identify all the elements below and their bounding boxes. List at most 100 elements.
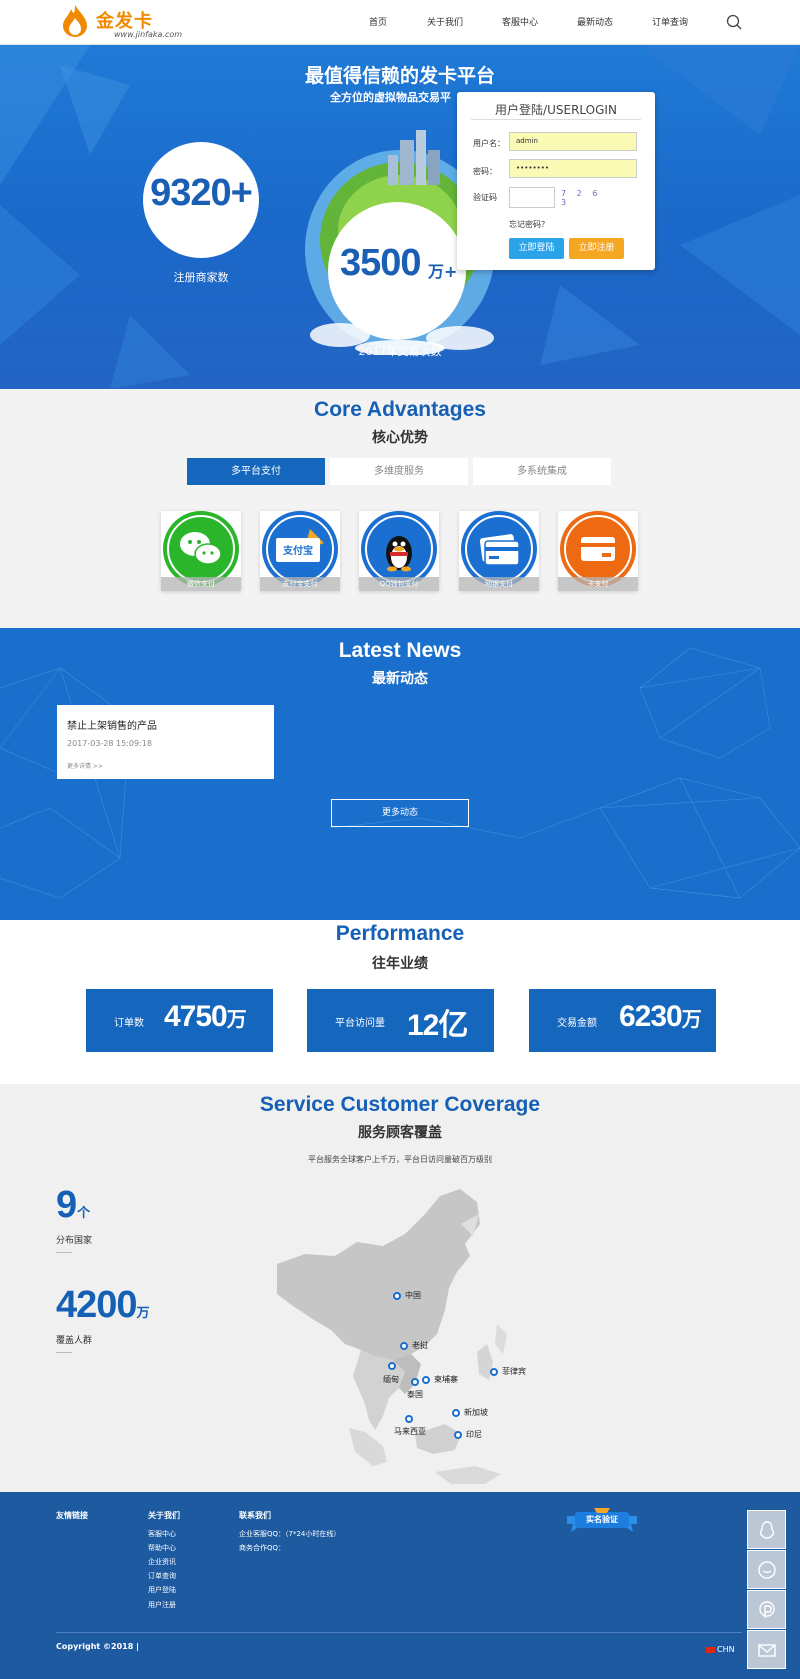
countries-label: 分布国家 xyxy=(56,1236,93,1246)
chat-icon xyxy=(758,1561,776,1579)
main-nav: 首页 关于我们 客服中心 最新动态 订单查询 xyxy=(0,15,800,31)
password-input[interactable]: •••••••• xyxy=(509,159,637,178)
stat-value: 12亿次 xyxy=(407,1009,468,1086)
people-label: 覆盖人群 xyxy=(56,1336,93,1346)
tab-multi-system-integration[interactable]: 多系统集成 xyxy=(473,458,611,485)
tab-multi-dimension-service[interactable]: 多维度服务 xyxy=(330,458,468,485)
payment-p-icon xyxy=(759,1601,775,1618)
login-title: 用户登陆/USERLOGIN xyxy=(495,103,617,117)
advantages-title-cn: 核心优势 xyxy=(372,430,428,446)
payment-label: 网银支付 xyxy=(459,577,539,591)
side-mail-button[interactable] xyxy=(747,1630,786,1669)
side-chat-button[interactable] xyxy=(747,1550,786,1589)
bank-card-icon xyxy=(461,511,537,587)
map-pin-malaysia-label: 马来西亚 xyxy=(394,1427,426,1436)
copyright: Copyright ©2018 | xyxy=(56,1642,139,1651)
news-card[interactable]: 禁止上架销售的产品 2017-03-28 15:09:18 更多详情 >> xyxy=(57,705,274,779)
alipay-logo-text: 支付宝 xyxy=(283,546,313,557)
nav-service[interactable]: 客服中心 xyxy=(502,15,538,28)
news-section: Latest News 最新动态 禁止上架销售的产品 2017-03-28 15… xyxy=(0,628,800,920)
search-icon[interactable] xyxy=(726,14,742,30)
transaction-count-label: 2017年交易次数 xyxy=(358,345,442,358)
footer-contact-qq: 企业客服QQ：（7*24小时在线） xyxy=(239,1530,341,1538)
footer-about-title: 关于我们 xyxy=(148,1511,180,1520)
username-label: 用户名： xyxy=(473,139,505,148)
stat-label: 平台访问量 xyxy=(335,1018,385,1029)
news-item-more-link[interactable]: 更多详情 >> xyxy=(67,761,103,770)
payment-online-banking[interactable]: 网银支付 xyxy=(459,511,539,591)
more-news-button[interactable]: 更多动态 xyxy=(331,799,469,827)
stat-value: 6230万 xyxy=(619,1000,702,1033)
footer-link[interactable]: 用户登陆 xyxy=(148,1585,176,1595)
captcha-input[interactable] xyxy=(509,187,555,208)
payment-wechat[interactable]: 微信支付 xyxy=(161,511,241,591)
advantages-section: Core Advantages 核心优势 多平台支付 多维度服务 多系统集成 微… xyxy=(0,389,800,628)
transaction-count-unit: 万+ xyxy=(428,262,458,281)
stat-amount: 交易金额 6230万 xyxy=(529,989,716,1052)
login-panel: 用户登陆/USERLOGIN 用户名： admin 密码： •••••••• 验… xyxy=(457,92,655,270)
footer-divider xyxy=(56,1632,742,1633)
tab-multi-platform-payment[interactable]: 多平台支付 xyxy=(187,458,325,485)
stat-value: 4750万 xyxy=(164,1000,247,1033)
divider xyxy=(56,1352,72,1353)
divider xyxy=(56,1252,72,1253)
footer-link[interactable]: 帮助中心 xyxy=(148,1543,176,1553)
merchant-count-label: 注册商家数 xyxy=(173,271,229,284)
captcha-label: 验证码 xyxy=(473,193,497,202)
payment-alipay[interactable]: 支付宝 支付宝支付 xyxy=(260,511,340,591)
map-pin-thailand-label: 泰国 xyxy=(407,1390,423,1399)
language-selector[interactable]: CHN xyxy=(706,1645,735,1654)
map-pin-cambodia: 柬埔寨 xyxy=(422,1374,458,1385)
coverage-section: Service Customer Coverage 服务顾客覆盖 平台服务全球客… xyxy=(0,1084,800,1492)
merchant-count-circle: 9320+ xyxy=(143,142,259,258)
qq-icon xyxy=(759,1521,775,1539)
people-count: 4200万 xyxy=(56,1284,150,1326)
nav-order-query[interactable]: 订单查询 xyxy=(652,15,688,28)
map-pin-malaysia xyxy=(405,1414,417,1423)
login-divider xyxy=(471,119,641,120)
payment-card[interactable]: 卡支付 xyxy=(558,511,638,591)
card-icon xyxy=(560,511,636,587)
real-name-verified-badge[interactable]: 实名验证 xyxy=(567,1508,637,1532)
advantages-title-en: Core Advantages xyxy=(314,398,486,421)
coverage-subtitle: 平台服务全球客户上千万，平台日访问量破百万级别 xyxy=(308,1155,492,1164)
footer-contact-title: 联系我们 xyxy=(239,1511,271,1520)
username-input[interactable]: admin xyxy=(509,132,637,151)
payment-qq-wallet[interactable]: QQ钱包支付 xyxy=(359,511,439,591)
hero-banner: 最值得信赖的发卡平台 全方位的虚拟物品交易平 9320+ 注册商家数 3500 … xyxy=(0,45,800,389)
footer-link[interactable]: 订单查询 xyxy=(148,1571,176,1581)
wechat-icon xyxy=(163,511,239,587)
news-title-en: Latest News xyxy=(338,639,462,662)
transaction-count-circle: 3500 万+ xyxy=(328,202,466,340)
footer-link[interactable]: 企业资讯 xyxy=(148,1557,176,1567)
news-item-title[interactable]: 禁止上架销售的产品 xyxy=(67,717,157,732)
side-pay-button[interactable] xyxy=(747,1590,786,1629)
register-button[interactable]: 立即注册 xyxy=(569,238,624,259)
payment-label: 卡支付 xyxy=(558,577,638,591)
hero-subtitle: 全方位的虚拟物品交易平 xyxy=(330,91,451,104)
footer-link[interactable]: 客服中心 xyxy=(148,1529,176,1539)
payment-label: 微信支付 xyxy=(161,577,241,591)
transaction-count-value: 3500 xyxy=(340,242,422,284)
brand-url: www.jinfaka.com xyxy=(114,30,183,39)
stat-orders: 订单数 4750万 xyxy=(86,989,273,1052)
merchant-count-value: 9320+ xyxy=(150,172,253,214)
payment-label: 支付宝支付 xyxy=(260,577,340,591)
nav-about[interactable]: 关于我们 xyxy=(427,15,463,28)
nav-news[interactable]: 最新动态 xyxy=(577,15,613,28)
side-qq-button[interactable] xyxy=(747,1510,786,1549)
nav-home[interactable]: 首页 xyxy=(369,15,387,28)
coverage-title-cn: 服务顾客覆盖 xyxy=(358,1125,442,1141)
map-pin-myanmar xyxy=(388,1361,400,1370)
footer-links-title: 友情链接 xyxy=(56,1511,88,1520)
asia-map xyxy=(277,1189,507,1484)
captcha-image[interactable]: 7 2 6 3 xyxy=(561,189,611,209)
login-button[interactable]: 立即登陆 xyxy=(509,238,564,259)
map-pin-china: 中国 xyxy=(393,1290,421,1301)
china-flag-icon xyxy=(706,1646,715,1653)
map-pin-singapore: 新加坡 xyxy=(452,1407,488,1418)
site-footer: 友情链接 关于我们 客服中心 帮助中心 企业资讯 订单查询 用户登陆 用户注册 … xyxy=(0,1492,800,1679)
news-title-cn: 最新动态 xyxy=(372,671,428,687)
footer-link[interactable]: 用户注册 xyxy=(148,1600,176,1610)
forgot-password-link[interactable]: 忘记密码？ xyxy=(509,219,549,230)
